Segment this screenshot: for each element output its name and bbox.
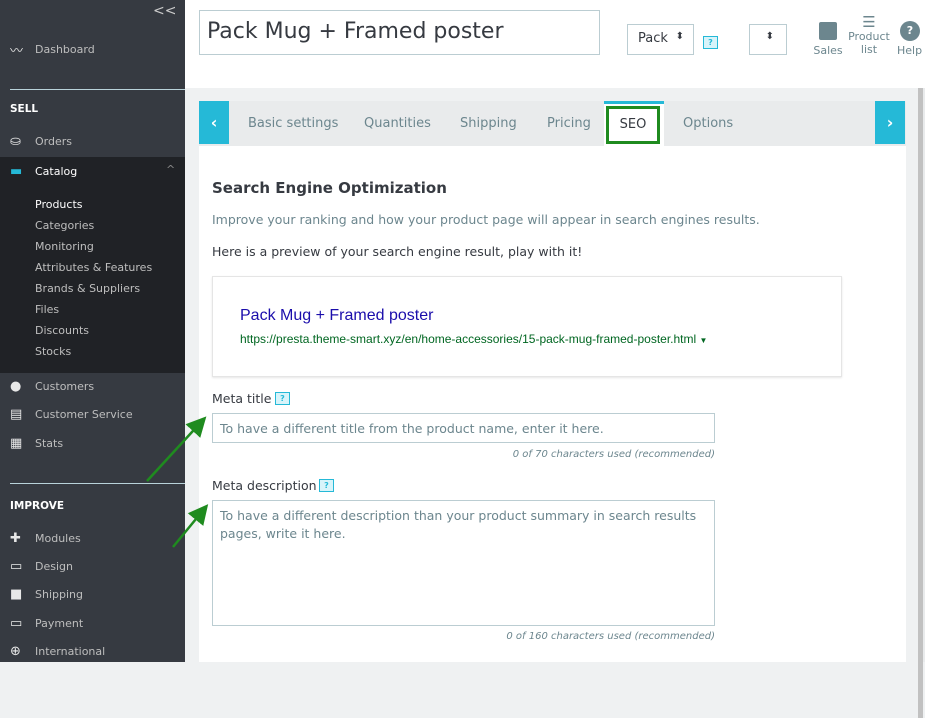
arrow-meta-description: [172, 504, 209, 548]
arrow-meta-title: [146, 416, 207, 482]
annotation-arrows: [146, 416, 209, 548]
